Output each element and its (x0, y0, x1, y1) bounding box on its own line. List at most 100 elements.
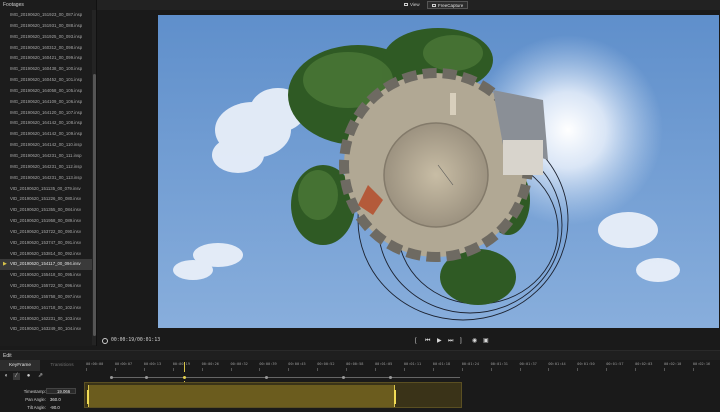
keyframe-marker[interactable] (389, 375, 392, 379)
timestamp-field[interactable]: 19.066 (46, 388, 76, 394)
footage-file-item[interactable]: VID_20190620_163249_00_104.insv (0, 324, 92, 335)
keyframe-marker[interactable] (145, 375, 148, 379)
footage-file-item[interactable]: IMG_20190620_164058_00_105.insp (0, 86, 92, 97)
freecapture-button-label: FreeCapture (438, 3, 464, 8)
footage-file-item[interactable]: VID_20190620_153814_00_092.insv (0, 249, 92, 260)
ruler-tick-label: 00:00:32 (230, 362, 248, 366)
file-list: IMG_20190620_151923_00_087.insp IMG_20190… (0, 10, 92, 345)
footage-file-item[interactable]: VID_20190620_151226_00_080.insv (0, 194, 92, 205)
skip-back-icon[interactable]: ⏮ (425, 337, 430, 345)
keyframe-export-icon[interactable]: ⇗ (37, 373, 44, 380)
footage-file-item[interactable]: VID_20190620_151135_00_079.insv (0, 184, 92, 195)
ruler-tick (432, 368, 434, 371)
tilt-angle-row: Tilt Angle: -90.0 (0, 404, 84, 411)
clock-icon (102, 338, 108, 344)
footage-file-item[interactable]: IMG_20190620_151925_00_093.insp (0, 32, 92, 43)
mark-in-icon[interactable]: [ (415, 337, 417, 345)
keyframe-marker[interactable] (342, 375, 345, 379)
keyframe-properties: Timestamp: 19.066 Pan Angle: 360.0 Tilt … (0, 384, 84, 412)
edit-panel-title: Edit (3, 353, 12, 359)
keyframe-curve-icon[interactable]: ⁄ (13, 373, 20, 380)
clip-trim-region[interactable] (87, 385, 396, 407)
clip-trim-start-handle[interactable] (87, 390, 89, 404)
footage-file-item[interactable]: IMG_20190620_164231_00_113.insp (0, 173, 92, 184)
ruler-tick-label: 00:01:50 (577, 362, 595, 366)
ruler-tick (692, 368, 694, 371)
footage-file-item[interactable]: VID_20190620_153747_00_091.insv (0, 238, 92, 249)
footage-file-item[interactable]: IMG_20190620_164142_00_109.insp (0, 129, 92, 140)
tilt-angle-value[interactable]: -90.0 (50, 404, 60, 411)
ruler-tick (288, 368, 289, 371)
footage-file-name: IMG_20190620_164142_00_109.insp (10, 131, 83, 137)
keyframe-marker-active[interactable] (183, 375, 186, 379)
freecapture-button[interactable]: FreeCapture (427, 1, 469, 9)
ruler-tick (577, 368, 578, 371)
footage-file-item[interactable]: IMG_20190620_151931_00_088.insp (0, 21, 92, 32)
ruler-tick (635, 368, 636, 371)
ruler-tick (143, 368, 145, 371)
tab-keyframe[interactable]: KeyFrame (0, 360, 40, 371)
skip-forward-icon[interactable]: ⏭ (448, 337, 453, 345)
keyframe-track[interactable] (84, 372, 720, 381)
footage-panel-title: Footages (3, 2, 24, 8)
snapshot-icon[interactable]: ◉ (472, 337, 477, 345)
footage-file-item[interactable]: IMG_20190620_151923_00_087.insp (0, 10, 92, 21)
footage-file-item[interactable]: IMG_20190620_164120_00_107.insp (0, 108, 92, 119)
ruler-tick-label: 00:01:24 (461, 362, 479, 366)
video-preview[interactable] (158, 15, 719, 328)
keyframe-marker[interactable] (110, 375, 113, 379)
footage-file-name: VID_20190620_155418_00_095.insv (10, 272, 81, 278)
pan-angle-row: Pan Angle: 360.0 (0, 396, 84, 403)
footage-file-item[interactable]: IMG_20190620_160312_00_098.insp (0, 43, 92, 54)
footage-file-name: IMG_20190620_164231_00_113.insp (10, 174, 82, 180)
keyframe-line (112, 377, 460, 378)
edit-tabs: KeyFrame Transitions (0, 360, 84, 371)
ruler-tick-label: 00:01:11 (403, 362, 422, 366)
play-icon[interactable]: ▶ (437, 337, 442, 345)
ruler-tick (519, 368, 520, 371)
ruler-tick (490, 368, 492, 371)
ruler-tick-label: 00:00:00 (86, 362, 104, 366)
footage-scrollbar-thumb[interactable] (92, 74, 96, 336)
ruler-tick-label: 00:00:19 (172, 362, 190, 366)
ruler-tick-label: 00:02:03 (635, 362, 653, 366)
footage-file-name: IMG_20190620_164109_00_106.insp (10, 98, 83, 104)
video-clip[interactable] (84, 382, 462, 408)
footage-file-item[interactable]: IMG_20190620_164231_00_112.insp (0, 162, 92, 173)
keyframe-add-icon[interactable]: ◐ (3, 373, 10, 380)
pan-angle-value[interactable]: 360.0 (50, 396, 61, 403)
timeline-ruler[interactable]: 00:00:00 00:00:07 00:00:13 00:00:19 00:00:26… (84, 362, 720, 371)
transport-bar: 00:00:19/00:01:13 [ ⏮ ▶ ⏭ ] ◉ ▣ (97, 333, 720, 349)
footage-file-item[interactable]: IMG_20190620_160452_00_101.insp (0, 75, 92, 86)
footage-file-item[interactable]: IMG_20190620_164231_00_111.insp (0, 151, 92, 162)
footage-file-item[interactable]: VID_20190620_155758_00_097.insv (0, 292, 92, 303)
footage-file-item[interactable]: IMG_20190620_164142_00_110.insp (0, 140, 92, 151)
footage-file-item[interactable]: VID_20190620_162231_00_103.insv (0, 314, 92, 325)
footage-scrollbar[interactable] (92, 10, 96, 345)
footage-file-item[interactable]: IMG_20190620_164142_00_108.insp (0, 118, 92, 129)
tab-transitions[interactable]: Transitions (42, 360, 82, 371)
ruler-tick-label: 00:00:39 (259, 362, 277, 366)
keyframe-marker[interactable] (265, 375, 268, 379)
footage-file-name: IMG_20190620_164058_00_105.insp (10, 87, 83, 93)
keyframe-delete-icon[interactable]: ● (25, 373, 32, 380)
mark-out-icon[interactable]: ] (460, 337, 462, 345)
footage-file-item[interactable]: IMG_20190620_160421_00_099.insp (0, 53, 92, 64)
selected-marker-icon: ▶ (3, 261, 7, 268)
footage-file-item[interactable]: IMG_20190620_160438_00_100.insp (0, 64, 92, 75)
footage-file-name: VID_20190620_151226_00_080.insv (10, 196, 81, 202)
footage-file-item[interactable]: VID_20190620_155418_00_095.insv (0, 270, 92, 281)
fullscreen-icon[interactable]: ▣ (483, 337, 489, 345)
tiny-planet-preview-image (158, 15, 719, 328)
footage-file-item[interactable]: VID_20190620_151355_00_084.insv (0, 205, 92, 216)
view-button[interactable]: View (400, 1, 424, 9)
footage-file-item[interactable]: IMG_20190620_164109_00_106.insp (0, 97, 92, 108)
ruler-tick-label: 00:00:07 (114, 362, 133, 366)
footage-file-item[interactable]: VID_20190620_161718_00_102.insv (0, 303, 92, 314)
footage-file-item[interactable]: VID_20190620_153722_00_090.insv (0, 227, 92, 238)
view-icon (404, 3, 408, 7)
clip-trim-end-handle[interactable] (394, 390, 396, 404)
footage-file-item[interactable]: VID_20190620_151958_00_089.insv (0, 216, 92, 227)
footage-file-item[interactable]: ▶ VID_20190620_154117_00_094.insv (0, 259, 92, 271)
footage-file-item[interactable]: VID_20190620_155722_00_096.insv (0, 281, 92, 292)
